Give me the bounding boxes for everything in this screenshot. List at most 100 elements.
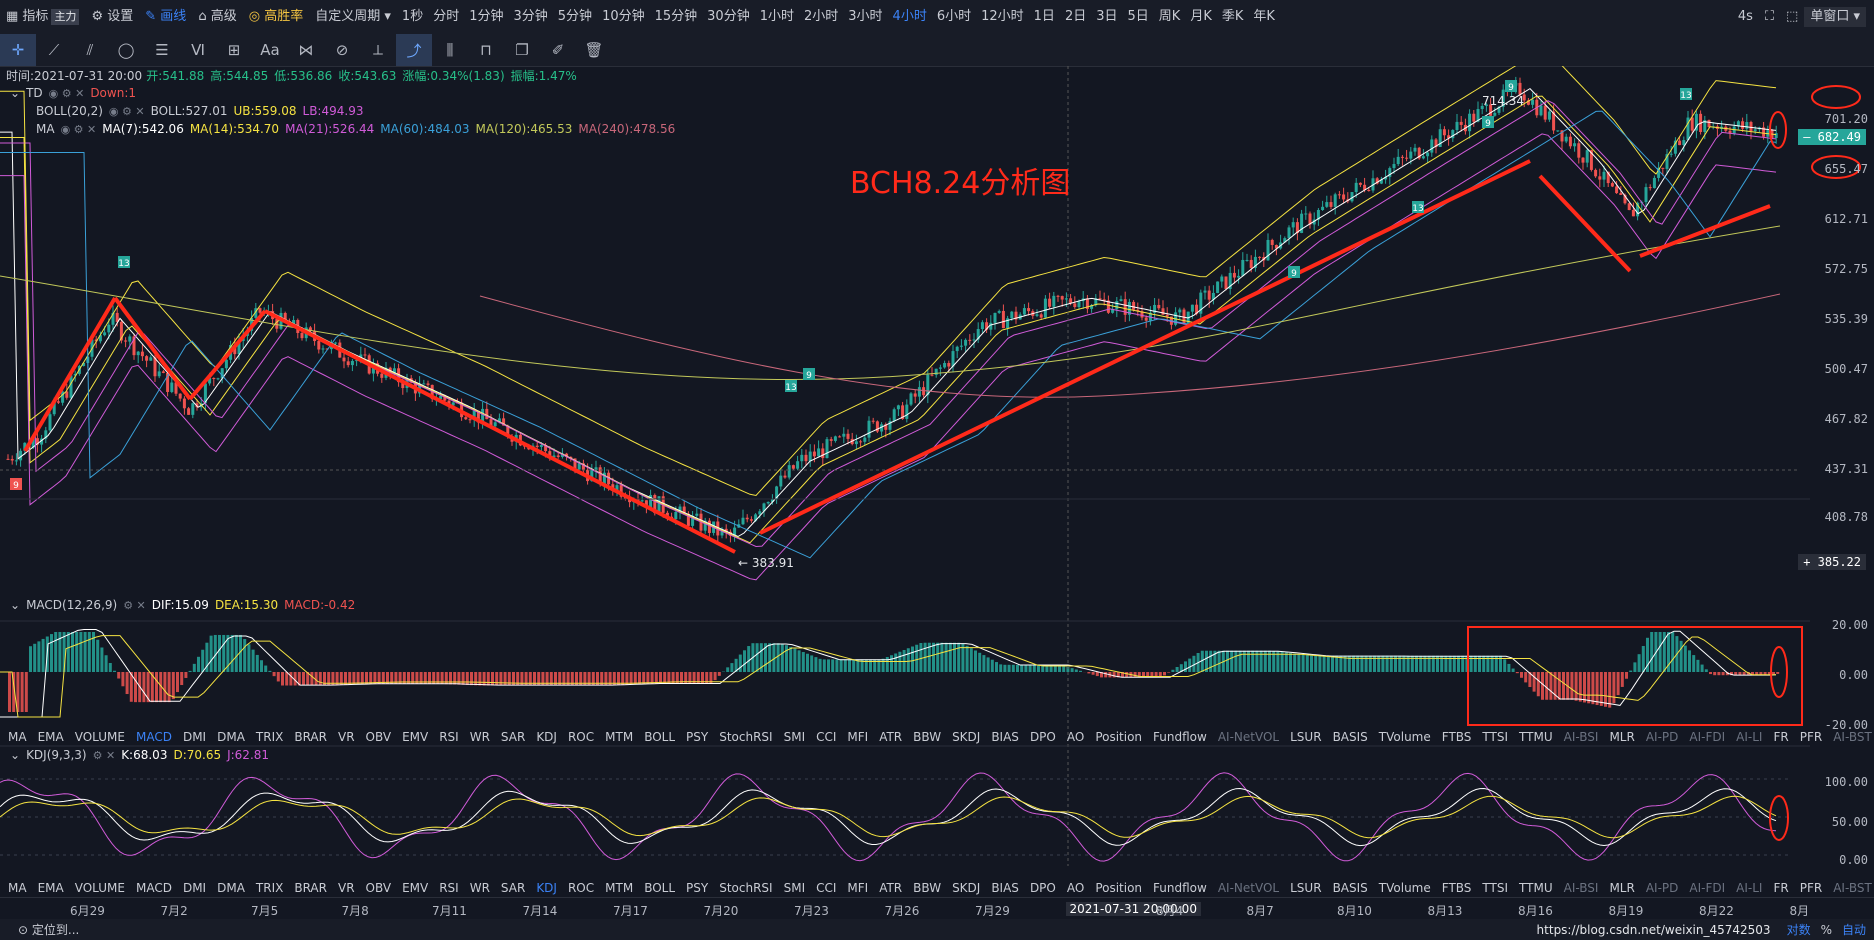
- tab-ma[interactable]: MA: [8, 881, 27, 895]
- tab-ftbs[interactable]: FTBS: [1442, 881, 1472, 895]
- settings-button[interactable]: ⚙ 设置: [85, 0, 139, 34]
- custom-period-dropdown[interactable]: 自定义周期 ▾: [309, 0, 397, 34]
- tab-ema[interactable]: EMA: [38, 730, 64, 744]
- window-mode-dropdown[interactable]: 单窗口 ▾: [1804, 7, 1866, 27]
- measure-tool-icon[interactable]: ⊞: [216, 34, 252, 66]
- period-16[interactable]: 3日: [1091, 0, 1122, 34]
- text-tool-icon[interactable]: Aa: [252, 34, 288, 66]
- period-17[interactable]: 5日: [1123, 0, 1154, 34]
- period-14[interactable]: 1日: [1029, 0, 1060, 34]
- tab-dma[interactable]: DMA: [217, 730, 245, 744]
- tab-boll[interactable]: BOLL: [644, 881, 675, 895]
- candle-type-icon[interactable]: ⫼: [432, 34, 468, 66]
- tab-sar[interactable]: SAR: [501, 730, 525, 744]
- ruler-tool-icon[interactable]: ⟂: [360, 34, 396, 66]
- collapse-icon[interactable]: ⌄: [10, 598, 20, 612]
- tab-skdj[interactable]: SKDJ: [952, 730, 980, 744]
- tab-sar[interactable]: SAR: [501, 881, 525, 895]
- tab-emv[interactable]: EMV: [402, 881, 428, 895]
- tab-dmi[interactable]: DMI: [183, 730, 206, 744]
- tab-pfr[interactable]: PFR: [1800, 730, 1822, 744]
- tab-ftbs[interactable]: FTBS: [1442, 730, 1472, 744]
- magnet-tool-icon[interactable]: ⋈: [288, 34, 324, 66]
- tab-cci[interactable]: CCI: [816, 881, 836, 895]
- ray-tool-icon[interactable]: ⫽: [72, 34, 108, 66]
- tab-bias[interactable]: BIAS: [991, 730, 1019, 744]
- tab-wr[interactable]: WR: [470, 881, 490, 895]
- tab-kdj[interactable]: KDJ: [536, 730, 557, 744]
- tab-ai-li[interactable]: AI-LI: [1736, 730, 1762, 744]
- crosshair-tool-icon[interactable]: ✛: [0, 34, 36, 66]
- tab-fr[interactable]: FR: [1773, 881, 1788, 895]
- hide-drawings-icon[interactable]: ⊘: [324, 34, 360, 66]
- tab-dma[interactable]: DMA: [217, 881, 245, 895]
- trash-icon[interactable]: 🗑: [576, 34, 612, 66]
- tab-ema[interactable]: EMA: [38, 881, 64, 895]
- tab-smi[interactable]: SMI: [784, 730, 806, 744]
- fullscreen-icon[interactable]: ⬚: [1780, 0, 1804, 34]
- eye-icon[interactable]: ⚙ ✕: [123, 599, 146, 612]
- tab-ai-fdi[interactable]: AI-FDI: [1689, 881, 1725, 895]
- tab-mfi[interactable]: MFI: [847, 730, 868, 744]
- tab-mfi[interactable]: MFI: [847, 881, 868, 895]
- tab-fundflow[interactable]: Fundflow: [1153, 730, 1207, 744]
- period-2[interactable]: 1分钟: [464, 0, 508, 34]
- tab-atr[interactable]: ATR: [879, 730, 902, 744]
- tab-ai-netvol[interactable]: AI-NetVOL: [1218, 881, 1279, 895]
- tab-dpo[interactable]: DPO: [1030, 881, 1056, 895]
- tab-mlr[interactable]: MLR: [1609, 730, 1634, 744]
- tab-ttsi[interactable]: TTSI: [1482, 881, 1508, 895]
- parallel-lines-tool-icon[interactable]: ☰: [144, 34, 180, 66]
- lock-icon[interactable]: ⊓: [468, 34, 504, 66]
- tab-ai-bsi[interactable]: AI-BSI: [1564, 730, 1599, 744]
- tab-roc[interactable]: ROC: [568, 730, 594, 744]
- draw-button[interactable]: ✎ 画线: [139, 0, 192, 34]
- tab-lsur[interactable]: LSUR: [1290, 881, 1321, 895]
- locate-button[interactable]: ⊙ 定位到...: [18, 921, 79, 938]
- tab-vr[interactable]: VR: [338, 881, 355, 895]
- winrate-button[interactable]: ◎ 高胜率: [243, 0, 310, 34]
- tab-volume[interactable]: VOLUME: [75, 730, 125, 744]
- tab-fundflow[interactable]: Fundflow: [1153, 881, 1207, 895]
- period-3[interactable]: 3分钟: [509, 0, 553, 34]
- period-10[interactable]: 3小时: [843, 0, 887, 34]
- tab-roc[interactable]: ROC: [568, 881, 594, 895]
- tab-ao[interactable]: AO: [1067, 881, 1084, 895]
- edit-icon[interactable]: ✐: [540, 34, 576, 66]
- tab-trix[interactable]: TRIX: [256, 881, 283, 895]
- period-12[interactable]: 6小时: [932, 0, 976, 34]
- trendline-tool-icon[interactable]: ⟋: [36, 34, 72, 66]
- tab-ai-pd[interactable]: AI-PD: [1646, 730, 1679, 744]
- tab-pfr[interactable]: PFR: [1800, 881, 1822, 895]
- tab-obv[interactable]: OBV: [366, 730, 392, 744]
- tab-bbw[interactable]: BBW: [913, 730, 941, 744]
- indicators-button[interactable]: ▦ 指标 主力: [0, 0, 85, 34]
- tab-fr[interactable]: FR: [1773, 730, 1788, 744]
- tab-atr[interactable]: ATR: [879, 881, 902, 895]
- wave-tool-icon[interactable]: Ⅵ: [180, 34, 216, 66]
- tab-ttsi[interactable]: TTSI: [1482, 730, 1508, 744]
- tab-psy[interactable]: PSY: [686, 881, 708, 895]
- period-20[interactable]: 季K: [1217, 0, 1249, 34]
- tab-vr[interactable]: VR: [338, 730, 355, 744]
- tab-cci[interactable]: CCI: [816, 730, 836, 744]
- tab-dmi[interactable]: DMI: [183, 881, 206, 895]
- tab-basis[interactable]: BASIS: [1333, 730, 1368, 744]
- period-21[interactable]: 年K: [1248, 0, 1280, 34]
- period-18[interactable]: 周K: [1154, 0, 1186, 34]
- period-11[interactable]: 4小时: [888, 0, 932, 34]
- tab-rsi[interactable]: RSI: [439, 730, 459, 744]
- tab-wr[interactable]: WR: [470, 730, 490, 744]
- tab-bias[interactable]: BIAS: [991, 881, 1019, 895]
- tab-ai-fdi[interactable]: AI-FDI: [1689, 730, 1725, 744]
- tab-ai-netvol[interactable]: AI-NetVOL: [1218, 730, 1279, 744]
- tab-macd[interactable]: MACD: [136, 881, 172, 895]
- tab-ttmu[interactable]: TTMU: [1519, 730, 1553, 744]
- tab-ai-li[interactable]: AI-LI: [1736, 881, 1762, 895]
- period-0[interactable]: 1秒: [397, 0, 428, 34]
- period-15[interactable]: 2日: [1060, 0, 1091, 34]
- period-13[interactable]: 12小时: [976, 0, 1029, 34]
- tab-stochrsi[interactable]: StochRSI: [719, 730, 772, 744]
- auto-toggle[interactable]: 自动: [1842, 921, 1866, 938]
- tab-ao[interactable]: AO: [1067, 730, 1084, 744]
